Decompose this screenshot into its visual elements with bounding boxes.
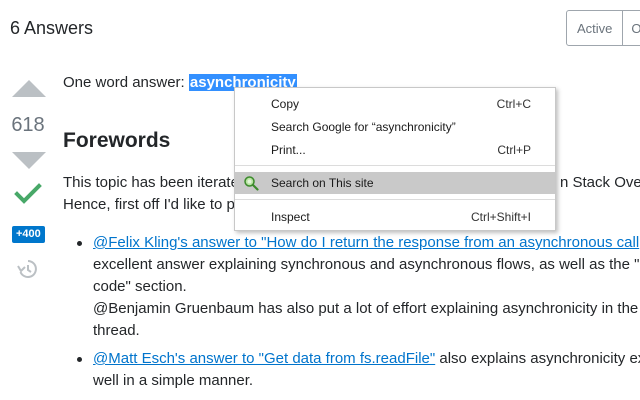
context-menu-search-site[interactable]: Search on This site xyxy=(235,172,555,194)
sort-tab-active[interactable]: Active xyxy=(566,10,624,46)
context-menu-print[interactable]: Print... Ctrl+P xyxy=(235,139,555,161)
sort-tabs: Active O xyxy=(566,10,640,46)
sort-tab-oldest[interactable]: O xyxy=(623,10,640,46)
context-menu-copy[interactable]: Copy Ctrl+C xyxy=(235,93,555,115)
context-menu-search-google[interactable]: Search Google for “asynchronicity” xyxy=(235,116,555,138)
matt-esch-answer-link[interactable]: @Matt Esch's answer to "Get data from fs… xyxy=(93,350,435,367)
bullet2-line: well in a simple manner. xyxy=(93,372,254,389)
menu-item-shortcut: Ctrl+C xyxy=(496,97,531,111)
bullet-dot-icon xyxy=(77,241,82,246)
menu-item-label: Copy xyxy=(271,97,300,111)
menu-item-label: Inspect xyxy=(271,210,310,224)
section-heading: Forewords xyxy=(63,129,171,152)
menu-item-label: Search Google for “asynchronicity” xyxy=(271,120,456,134)
context-menu-inspect[interactable]: Inspect Ctrl+Shift+I xyxy=(235,206,555,228)
menu-item-label: Search on This site xyxy=(271,176,374,190)
menu-divider xyxy=(235,199,555,200)
bullet2-after-link: also explains asynchronicity ex xyxy=(435,350,640,367)
downvote-arrow-icon[interactable] xyxy=(12,152,46,169)
felix-kling-answer-link[interactable]: @Felix Kling's answer to "How do I retur… xyxy=(93,234,639,251)
history-icon[interactable] xyxy=(17,258,39,280)
vote-count: 618 xyxy=(11,114,45,136)
menu-item-shortcut: Ctrl+P xyxy=(497,143,531,157)
upvote-arrow-icon[interactable] xyxy=(12,80,46,97)
bullet1-line: @Benjamin Gruenbaum has also put a lot o… xyxy=(93,300,639,317)
answers-count-heading: 6 Answers xyxy=(10,18,94,38)
search-site-icon xyxy=(244,176,259,191)
menu-item-shortcut: Ctrl+Shift+I xyxy=(470,210,531,224)
page: 6 Answers Active O 618 +400 One word ans… xyxy=(0,0,640,400)
menu-item-label: Print... xyxy=(271,143,306,157)
bullet1-line: thread. xyxy=(93,322,140,339)
bullet1-line: excellent answer explaining synchronous … xyxy=(93,256,640,273)
context-menu: Copy Ctrl+C Search Google for “asynchron… xyxy=(234,87,556,231)
bounty-badge[interactable]: +400 xyxy=(12,226,45,243)
bullet-dot-icon xyxy=(77,357,82,362)
accepted-check-icon xyxy=(14,183,42,204)
menu-divider xyxy=(235,165,555,166)
para-tail: n Stack Ove xyxy=(560,174,640,191)
intro-prefix: One word answer: xyxy=(63,74,189,91)
bullet1-line: code" section. xyxy=(93,278,187,295)
